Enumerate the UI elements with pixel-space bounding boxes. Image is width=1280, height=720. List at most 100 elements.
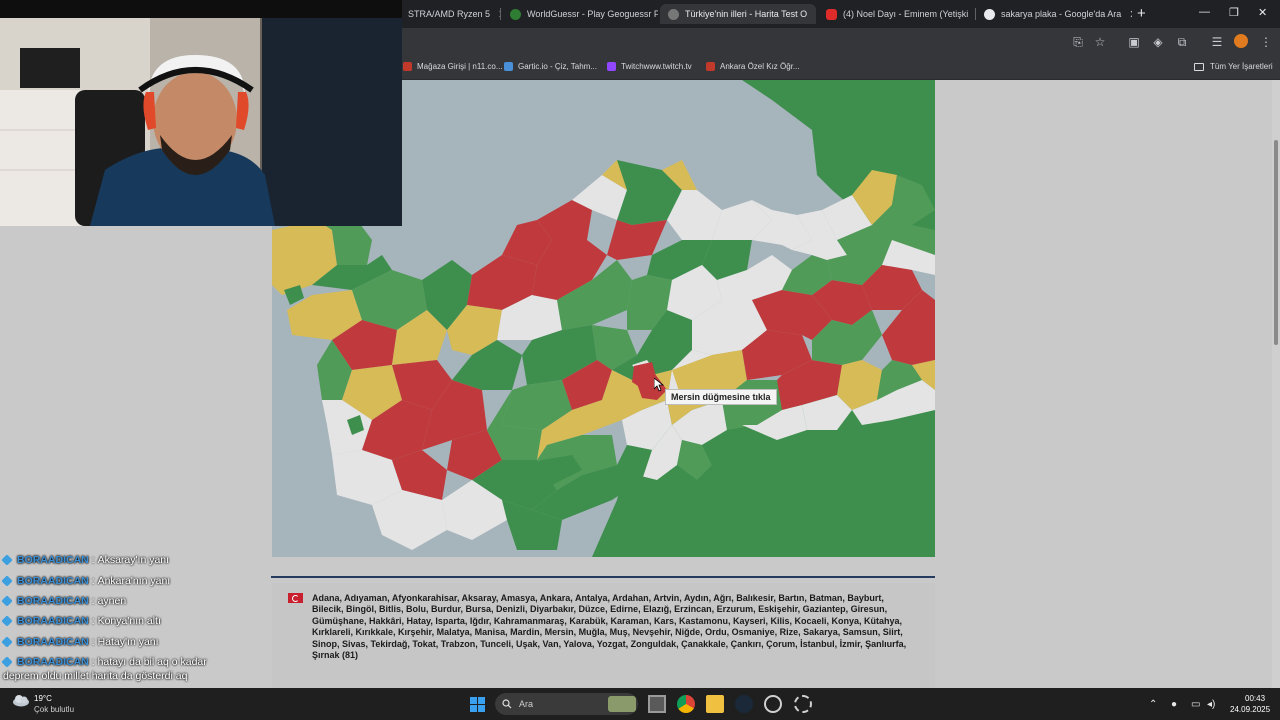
extensions-icon[interactable]: ⧉ — [1175, 35, 1189, 49]
weather-description[interactable]: Çok bulutlu — [34, 705, 74, 714]
chat-message: BORAADICAN : Hatay'ın yanı — [1, 632, 262, 652]
folder-icon — [1194, 62, 1204, 71]
chat-username: BORAADICAN — [17, 615, 89, 628]
stream-chat: BORAADICAN : Aksaray'ın yanı BORAADICAN … — [1, 550, 262, 672]
chat-username: BORAADICAN — [17, 635, 89, 648]
cloud-weather-icon[interactable] — [12, 693, 30, 707]
bookmark-icon — [706, 62, 715, 71]
tab-amd-ryzen[interactable]: STRA/AMD Ryzen 5 ✕ — [400, 4, 500, 24]
close-icon[interactable]: ✕ — [1121, 8, 1132, 21]
chat-badge-icon — [1, 615, 13, 628]
chat-text: Ankara'nın yanı — [97, 574, 171, 587]
chat-text: Aksaray'ın yanı — [97, 554, 170, 567]
bookmark-n11[interactable]: Mağaza Girişi | n11.co... — [403, 62, 503, 71]
search-icon — [502, 699, 512, 709]
tab-title: (4) Noel Dayı - Eminem (Yetişki — [843, 9, 969, 19]
bookmark-label: Ankara Özel Kız Öğr... — [720, 62, 800, 71]
chat-text: aynen — [97, 594, 127, 607]
clock-time[interactable]: 00:43 — [1245, 694, 1265, 703]
chat-message: BORAADICAN : Aksaray'ın yanı — [1, 550, 262, 570]
province-list: Adana, Adıyaman, Afyonkarahisar, Aksaray… — [312, 593, 907, 661]
media-controls-icon[interactable]: ☰ — [1210, 35, 1224, 49]
install-app-icon[interactable]: ⎘ — [1071, 35, 1085, 49]
chat-badge-icon — [1, 656, 13, 668]
translate-icon[interactable]: ▣ — [1127, 35, 1141, 49]
chat-username: BORAADICAN — [17, 554, 89, 567]
settings-gear-icon[interactable] — [794, 695, 812, 713]
weather-temperature[interactable]: 19°C — [34, 694, 52, 703]
chat-text: Konya'nın altı — [97, 615, 161, 628]
chat-badge-icon — [1, 636, 13, 648]
tab-turkiye-illeri[interactable]: Türkiye'nin illeri - Harita Test O ✕ — [660, 4, 816, 24]
tab-youtube[interactable]: (4) Noel Dayı - Eminem (Yetişki ✕ — [818, 4, 974, 24]
scrollbar-thumb[interactable] — [1274, 140, 1278, 345]
tab-title: STRA/AMD Ryzen 5 — [408, 9, 491, 19]
bookmark-label: Mağaza Girişi | n11.co... — [417, 62, 503, 71]
turkey-flag-icon — [288, 593, 303, 603]
bookmark-label: Twitchwww.twitch.tv — [621, 62, 692, 71]
close-icon[interactable]: ✕ — [807, 8, 816, 21]
close-icon[interactable]: ✕ — [968, 8, 974, 21]
minimize-button[interactable]: — — [1199, 6, 1210, 18]
profile-avatar[interactable] — [1234, 34, 1248, 48]
tab-title: sakarya plaka - Google'da Ara — [1001, 9, 1122, 19]
bookmark-ankara[interactable]: Ankara Özel Kız Öğr... — [706, 62, 800, 71]
file-explorer-icon[interactable] — [706, 695, 724, 713]
windows-start-button[interactable] — [470, 697, 485, 712]
chat-separator: : — [91, 635, 95, 648]
chat-message: BORAADICAN : Ankara'nın yanı — [1, 570, 262, 590]
youtube-icon — [826, 8, 837, 20]
webcam-feed — [0, 0, 402, 226]
tab-title: Türkiye'nin illeri - Harita Test O — [685, 9, 808, 19]
map-tooltip: Mersin düğmesine tıkla — [665, 389, 777, 405]
bookmark-label: Tüm Yer İşaretleri — [1210, 62, 1273, 71]
chat-separator: : — [91, 594, 95, 607]
mouse-cursor-icon — [654, 378, 664, 392]
chat-message: BORAADICAN : aynen — [1, 591, 262, 611]
chat-username: BORAADICAN — [17, 574, 89, 587]
screen: STRA/AMD Ryzen 5 ✕ WorldGuessr - Play Ge… — [0, 0, 1280, 720]
clock-date[interactable]: 24.09.2025 — [1230, 705, 1270, 714]
close-window-button[interactable]: ✕ — [1258, 6, 1267, 19]
chat-badge-icon — [1, 554, 13, 566]
chat-badge-icon — [1, 595, 13, 607]
twitch-icon — [607, 62, 616, 71]
search-highlight-image[interactable] — [608, 696, 636, 712]
chat-badge-icon — [1, 574, 13, 587]
chat-username: BORAADICAN — [17, 594, 89, 607]
new-tab-button[interactable]: + — [1137, 5, 1146, 22]
bookmark-icon — [403, 62, 412, 71]
volume-icon[interactable]: ◂) — [1207, 699, 1215, 710]
microphone-icon[interactable]: ● — [1171, 699, 1177, 710]
all-bookmarks[interactable]: Tüm Yer İşaretleri — [1194, 62, 1273, 71]
bookmark-icon — [504, 62, 513, 71]
bookmark-label: Gartic.io - Çiz, Tahm... — [518, 62, 597, 71]
chat-separator: : — [91, 615, 95, 628]
steam-icon[interactable] — [735, 695, 753, 713]
webcam-overlay — [0, 0, 402, 226]
chrome-icon[interactable] — [677, 695, 695, 713]
bookmark-twitch[interactable]: Twitchwww.twitch.tv — [607, 62, 692, 71]
task-view-icon[interactable] — [648, 695, 666, 713]
tab-title: WorldGuessr - Play Geoguessr Fr — [527, 9, 658, 19]
network-icon[interactable]: ▭ — [1191, 699, 1200, 710]
tray-expand-icon[interactable]: ⌃ — [1149, 699, 1157, 710]
search-placeholder: Ara — [519, 699, 534, 709]
tab-worldguessr[interactable]: WorldGuessr - Play Geoguessr Fr ✕ — [502, 4, 658, 24]
maximize-button[interactable]: ❐ — [1229, 6, 1239, 19]
close-icon[interactable]: ✕ — [490, 8, 500, 21]
chat-message-continuation: deprem oldu millet harita da gösterdi aq — [3, 670, 188, 682]
bookmark-gartic[interactable]: Gartic.io - Çiz, Tahm... — [504, 62, 597, 71]
star-icon[interactable]: ☆ — [1093, 35, 1107, 49]
chat-separator: : — [91, 554, 95, 567]
extension-shield-icon[interactable]: ◈ — [1151, 35, 1165, 49]
tab-google-search[interactable]: sakarya plaka - Google'da Ara ✕ — [976, 4, 1132, 24]
google-icon — [984, 8, 995, 20]
menu-dots-icon[interactable]: ⋮ — [1259, 35, 1273, 49]
taskbar — [0, 688, 1280, 720]
app-icon[interactable] — [764, 695, 782, 713]
section-divider — [271, 576, 935, 578]
chat-text: hatayı da bil aq o kadar — [97, 656, 207, 669]
chat-message: BORAADICAN : Konya'nın altı — [1, 611, 262, 631]
chat-separator: : — [91, 656, 95, 669]
